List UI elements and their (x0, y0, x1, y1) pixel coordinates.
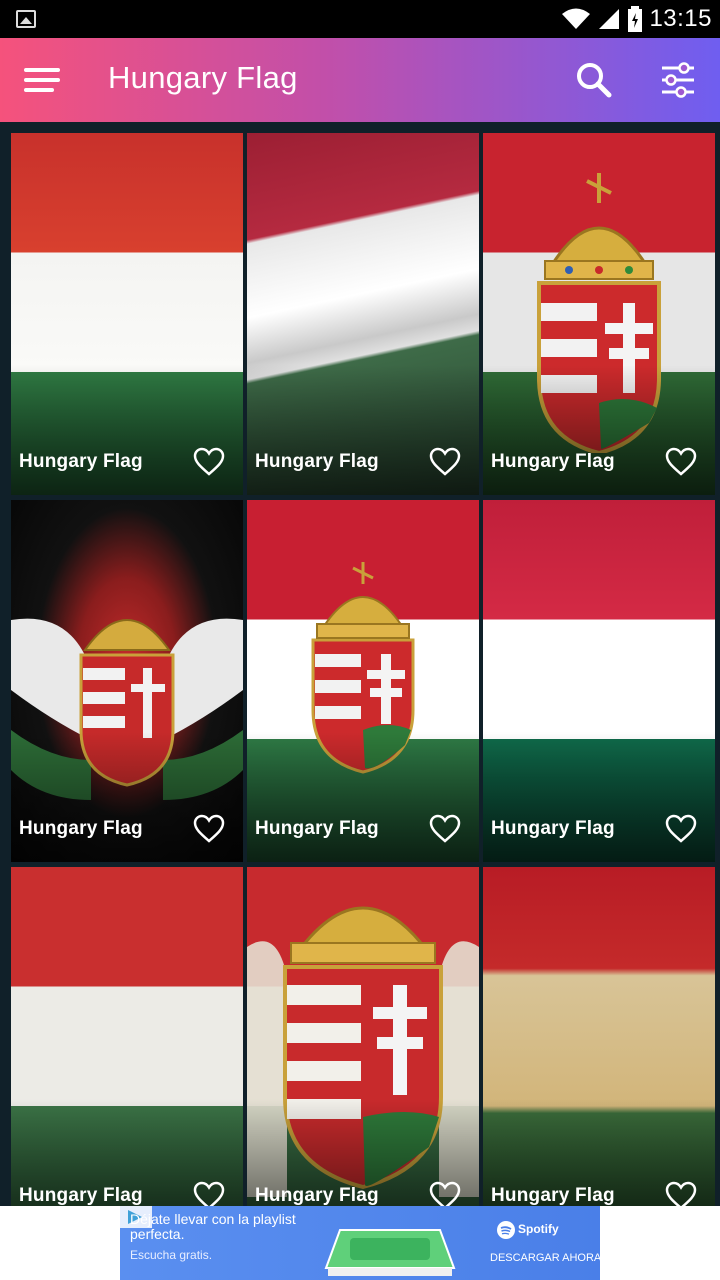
battery-icon (628, 6, 643, 32)
menu-icon-line (24, 88, 54, 92)
card-title: Hungary Flag (19, 1185, 143, 1206)
heart-icon (429, 1181, 461, 1206)
sliders-icon (662, 62, 694, 98)
wallpaper-card[interactable]: Hungary Flag (247, 500, 479, 862)
card-title: Hungary Flag (19, 451, 143, 472)
favorite-button[interactable] (193, 1181, 225, 1206)
favorite-button[interactable] (665, 447, 697, 477)
heart-icon (665, 1181, 697, 1206)
ad-illustration (324, 1229, 456, 1276)
favorite-button[interactable] (665, 1181, 697, 1206)
card-title: Hungary Flag (255, 1185, 379, 1206)
wallpaper-card[interactable]: Hungary Flag (483, 500, 715, 862)
heart-icon (429, 814, 461, 843)
heart-icon (429, 447, 461, 476)
ad-cta-button[interactable]: DESCARGAR AHORA (490, 1252, 600, 1264)
heart-icon (193, 447, 225, 476)
card-title: Hungary Flag (255, 818, 379, 839)
favorite-button[interactable] (665, 814, 697, 844)
favorite-button[interactable] (193, 814, 225, 844)
ad-banner[interactable]: Déjate llevar con la playlist perfecta. … (120, 1206, 600, 1280)
heart-icon (665, 447, 697, 476)
card-title: Hungary Flag (19, 818, 143, 839)
card-title: Hungary Flag (255, 451, 379, 472)
favorite-button[interactable] (193, 447, 225, 477)
ad-subtext: Escucha gratis. (130, 1248, 213, 1262)
heart-icon (665, 814, 697, 843)
ad-headline: Déjate llevar con la playlist perfecta. (130, 1211, 296, 1242)
wallpaper-grid: Hungary Flag Hungary Flag Hungary Flag H… (0, 122, 720, 1206)
menu-icon-line (24, 78, 60, 82)
card-title: Hungary Flag (491, 818, 615, 839)
menu-button[interactable] (20, 60, 64, 100)
ad-container: Déjate llevar con la playlist perfecta. … (0, 1206, 720, 1280)
heart-icon (193, 1181, 225, 1206)
wallpaper-card[interactable]: Hungary Flag (483, 133, 715, 495)
wallpaper-card[interactable]: Hungary Flag (11, 867, 243, 1206)
app-bar: Hungary Flag (0, 38, 720, 122)
status-right: 13:15 (561, 4, 712, 34)
wallpaper-card[interactable]: Hungary Flag (11, 133, 243, 495)
favorite-button[interactable] (429, 447, 461, 477)
wifi-icon (562, 8, 591, 29)
ad-brand: Spotify (518, 1222, 559, 1236)
favorite-button[interactable] (429, 1181, 461, 1206)
favorite-button[interactable] (429, 814, 461, 844)
page-title: Hungary Flag (108, 60, 298, 95)
image-notification-icon (16, 10, 36, 28)
wallpaper-card[interactable]: Hungary Flag (11, 500, 243, 862)
search-button[interactable] (572, 58, 616, 102)
wallpaper-card[interactable]: Hungary Flag (247, 133, 479, 495)
status-bar: 13:15 (0, 0, 720, 38)
heart-icon (193, 814, 225, 843)
search-icon (577, 63, 612, 98)
card-title: Hungary Flag (491, 451, 615, 472)
wallpaper-card[interactable]: Hungary Flag (483, 867, 715, 1206)
menu-icon (24, 68, 60, 72)
spotify-logo-icon (497, 1221, 515, 1239)
filter-button[interactable] (656, 58, 700, 102)
wallpaper-card[interactable]: Hungary Flag (247, 867, 479, 1206)
card-title: Hungary Flag (491, 1185, 615, 1206)
clock: 13:15 (649, 5, 712, 32)
signal-icon (599, 9, 620, 29)
